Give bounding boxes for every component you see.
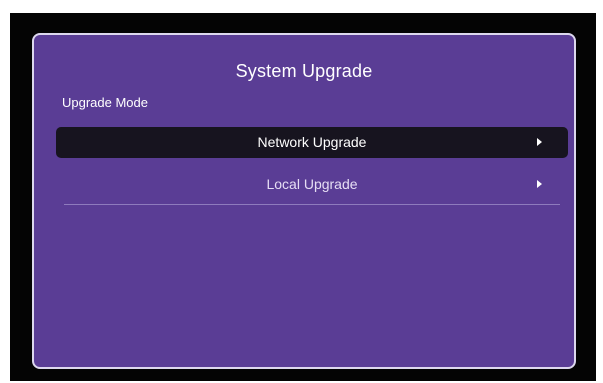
system-upgrade-dialog: System Upgrade Upgrade Mode Network Upgr… (32, 33, 576, 369)
local-upgrade-label: Local Upgrade (266, 176, 358, 192)
dialog-title: System Upgrade (235, 61, 373, 81)
upgrade-mode-label: Upgrade Mode (62, 95, 148, 110)
chevron-right-icon (537, 180, 542, 188)
chevron-right-icon (537, 138, 542, 146)
network-upgrade-option[interactable]: Network Upgrade (56, 127, 568, 158)
local-upgrade-option[interactable]: Local Upgrade (56, 169, 568, 200)
network-upgrade-label: Network Upgrade (257, 134, 367, 150)
menu-divider (64, 204, 560, 205)
tv-screen: System Upgrade Upgrade Mode Network Upgr… (10, 13, 596, 381)
